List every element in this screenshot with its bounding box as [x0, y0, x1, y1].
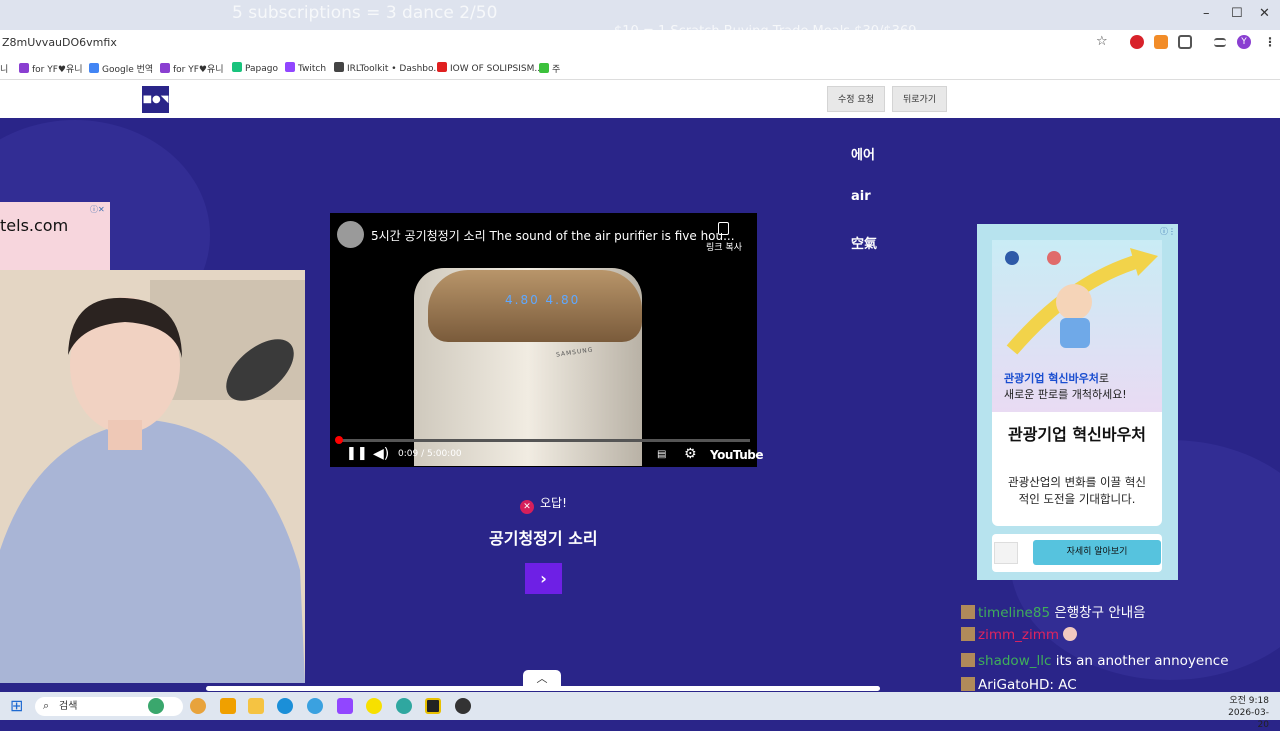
volume-icon[interactable]: ◀)	[373, 446, 389, 462]
clock-time: 오전 9:18	[1229, 696, 1269, 706]
twitch-icon[interactable]	[337, 698, 353, 714]
horizontal-scrollbar[interactable]	[206, 686, 880, 691]
chat-username: timeline85	[978, 605, 1051, 621]
left-ad-text[interactable]: tels.com	[0, 216, 68, 235]
ad-title[interactable]: 관광기업 혁신바우처	[1004, 424, 1150, 446]
copy-link-label[interactable]: 링크 복사	[706, 240, 742, 253]
profile-avatar[interactable]: Y	[1237, 35, 1251, 49]
taskbar-app-icon[interactable]	[148, 698, 164, 714]
chat-text: 은행창구 안내음	[1054, 605, 1146, 621]
maximize-button[interactable]: ☐	[1231, 6, 1243, 21]
streamer-figure	[0, 270, 305, 683]
bookmark-item[interactable]: for YF♥유니	[19, 62, 83, 75]
chrome-icon[interactable]	[307, 698, 323, 714]
bookmark-item[interactable]: 니	[0, 62, 8, 75]
stream-overlay-goal: 5 subscriptions = 3 dance 2/50	[232, 3, 498, 23]
ad-info-icon[interactable]: ⓘ✕	[90, 204, 105, 215]
edge-icon[interactable]	[277, 698, 293, 714]
taskbar-app-icon[interactable]	[220, 698, 236, 714]
webcam-feed	[0, 270, 305, 683]
bookmark-icon	[160, 63, 170, 73]
youtube-logo[interactable]: YouTube	[710, 448, 764, 462]
bookmark-icon	[19, 63, 29, 73]
word-chinese: 空氣	[851, 237, 878, 252]
windows-start-icon[interactable]: ⊞	[10, 698, 26, 714]
channel-avatar[interactable]	[337, 221, 364, 248]
ad-character-illustration	[1005, 248, 1158, 355]
bookmark-item[interactable]: IOW OF SOLIPSISM...	[437, 62, 543, 74]
ad-info-icon[interactable]: ⓘ⋮	[1160, 226, 1176, 237]
star-icon[interactable]: ☆	[1096, 34, 1110, 49]
chat-badge-icon	[961, 677, 975, 691]
bookmark-item[interactable]: for YF♥유니	[160, 62, 224, 75]
close-button[interactable]: ✕	[1259, 6, 1270, 21]
extension-icon[interactable]	[1130, 35, 1144, 49]
word-english: air	[851, 189, 871, 204]
next-button[interactable]: ›	[525, 563, 562, 594]
kebab-menu-icon[interactable]: ⋮	[1264, 35, 1278, 49]
bookmark-icon	[89, 63, 99, 73]
purifier-display: 4.80 4.80	[505, 293, 581, 307]
chat-username: AriGatoHD:	[978, 677, 1054, 693]
result-text: 오답!	[540, 496, 567, 510]
chat-message: zimm_zimm	[961, 627, 1078, 643]
bookmark-icon	[334, 62, 344, 72]
video-progress-handle[interactable]	[335, 436, 343, 444]
bookmark-item[interactable]: Papago	[232, 62, 278, 74]
obs-icon[interactable]	[455, 698, 471, 714]
chat-text: its an another annoyence	[1055, 653, 1229, 669]
url-text[interactable]: Z8mUvvauDO6vmfix	[2, 36, 117, 49]
site-header	[0, 80, 1280, 118]
folder-icon[interactable]	[248, 698, 264, 714]
pause-icon[interactable]: ❚❚	[346, 446, 368, 461]
taskbar-app-icon[interactable]	[396, 698, 412, 714]
bookmark-item[interactable]: Google 번역	[89, 62, 153, 75]
extension-icon[interactable]	[1154, 35, 1168, 49]
minimize-button[interactable]: –	[1203, 6, 1210, 21]
bookmark-item[interactable]: IRLToolkit • Dashbo...	[334, 62, 442, 74]
learn-more-button[interactable]: 자세히 알아보기	[1033, 540, 1161, 565]
chat-badge-icon	[961, 605, 975, 619]
clock-date: 2026-03-20	[1228, 708, 1269, 730]
chat-badge-icon	[961, 627, 975, 641]
bookmark-item[interactable]: 주	[539, 62, 560, 75]
settings-gear-icon[interactable]: ⚙	[684, 446, 697, 462]
bookmark-icon	[285, 62, 295, 72]
word-korean: 에어	[851, 148, 875, 163]
correct-answer: 공기청정기 소리	[489, 529, 598, 548]
ad-description[interactable]: 관광산업의 변화를 이끌 혁신적인 도전을 기대합니다.	[1004, 474, 1150, 508]
chat-message: shadow_llc its an another annoyence	[961, 653, 1229, 669]
chat-message: AriGatoHD: AC	[961, 677, 1077, 693]
stream-overlay-prices: $10 = 1 Scratch Buying Trade Meals $30/$…	[614, 24, 917, 39]
ad-advertiser-logo[interactable]	[994, 542, 1018, 564]
video-time: 0:09 / 5:00:00	[398, 449, 462, 459]
puzzle-icon[interactable]	[1178, 35, 1192, 49]
bookmark-icon	[539, 63, 549, 73]
system-clock[interactable]: 오전 9:18 2026-03-20	[1225, 695, 1269, 731]
ad-headline[interactable]: 관광기업 혁신바우처로 새로운 판로를 개척하세요!	[1004, 370, 1127, 402]
copy-icon[interactable]	[718, 222, 729, 235]
bookmark-item[interactable]: Twitch	[285, 62, 326, 74]
video-progress-bar[interactable]	[338, 439, 750, 442]
chat-username: shadow_llc	[978, 653, 1052, 669]
menu-list-icon[interactable]	[1214, 38, 1226, 47]
chat-badge-icon	[961, 653, 975, 667]
taskbar-app-icon[interactable]	[425, 698, 441, 714]
search-icon: ⌕	[43, 699, 50, 712]
taskbar-app-icon[interactable]	[190, 698, 206, 714]
chat-text: AC	[1058, 677, 1077, 693]
chat-username: zimm_zimm	[978, 627, 1060, 643]
bookmark-icon	[232, 62, 242, 72]
site-logo[interactable]: ■●◥	[142, 86, 169, 113]
emote-icon	[1063, 627, 1078, 641]
chat-message: timeline85 은행창구 안내음	[961, 601, 1146, 621]
edit-request-button[interactable]: 수정 요청	[827, 86, 885, 112]
video-title[interactable]: 5시간 공기청정기 소리 The sound of the air purifi…	[371, 227, 735, 244]
subtitles-icon[interactable]: ▤	[657, 449, 666, 460]
back-button[interactable]: 뒤로가기	[892, 86, 948, 112]
bookmark-icon	[437, 62, 447, 72]
kakaotalk-icon[interactable]	[366, 698, 382, 714]
wrong-icon: ✕	[520, 500, 534, 514]
result-indicator: ✕ 오답!	[520, 494, 567, 514]
